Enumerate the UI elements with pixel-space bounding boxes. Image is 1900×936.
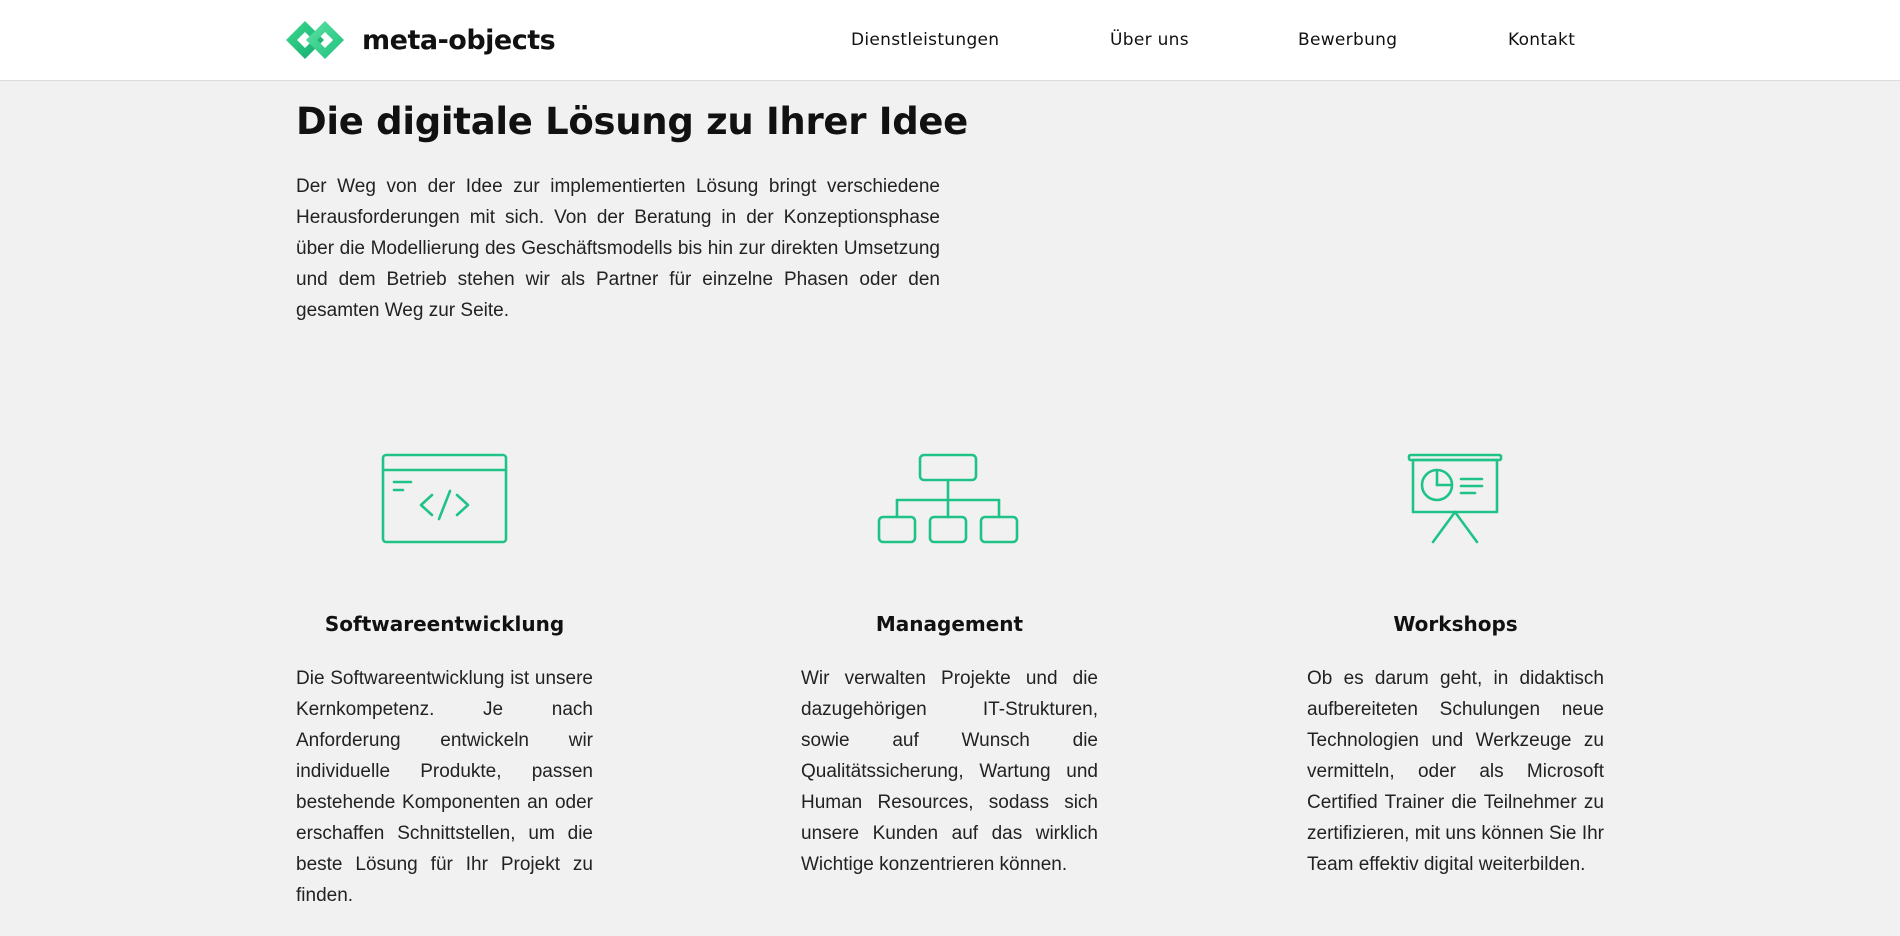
org-chart-icon [877,453,1019,544]
service-text-workshops: Ob es darum geht, in didaktisch aufberei… [1307,668,1604,875]
page-title: Die digitale Lösung zu Ihrer Idee [296,100,968,143]
site-header: meta-objects Dienstleistungen Über uns B… [0,0,1900,81]
nav-ueber-uns[interactable]: Über uns [1110,30,1189,50]
logo-icon [286,21,344,59]
logo-link[interactable]: meta-objects [284,19,556,61]
service-title-workshops: Workshops [1393,612,1518,636]
nav-bewerbung[interactable]: Bewerbung [1298,30,1397,50]
service-text-softwareentwicklung: Die Softwareentwicklung ist unsere Kernk… [296,668,593,906]
nav-dienstleistungen[interactable]: Dienstleistungen [851,30,999,50]
service-text-management: Wir verwalten Projekte und die dazugehör… [801,668,1098,875]
nav-kontakt[interactable]: Kontakt [1508,30,1575,50]
code-window-icon [381,453,508,544]
presentation-board-icon [1407,453,1503,544]
intro-paragraph: Der Weg von der Idee zur implementierten… [296,176,940,321]
service-title-management: Management [875,612,1024,636]
service-title-softwareentwicklung: Softwareentwicklung [324,612,565,636]
brand-name: meta-objects [362,24,556,56]
